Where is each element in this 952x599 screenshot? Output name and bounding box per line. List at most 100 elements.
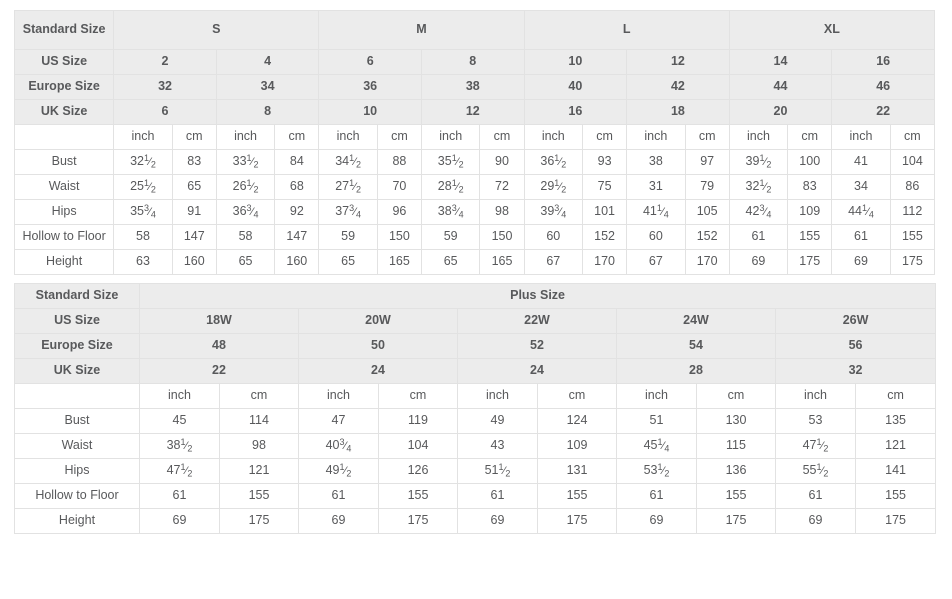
uk-size-value: 20: [728, 99, 833, 125]
unit-header-inch: inch: [113, 124, 173, 150]
measure-value-inch: 59: [420, 224, 481, 250]
measure-value-inch: 383⁄4: [420, 199, 481, 225]
measure-value-cm: 155: [889, 224, 936, 250]
measure-value-cm: 88: [376, 149, 422, 175]
measure-value-inch: 441⁄4: [831, 199, 891, 225]
uk-size-value: 32: [774, 358, 937, 384]
measure-value-inch: 47: [298, 408, 379, 434]
measure-value-inch: 60: [523, 224, 584, 250]
measure-row-label: Waist: [13, 174, 115, 200]
unit-header-inch: inch: [523, 124, 584, 150]
measure-value-cm: 105: [684, 199, 730, 225]
unit-header-cm: cm: [274, 124, 320, 150]
measure-value-inch: 391⁄2: [728, 149, 789, 175]
measure-value-cm: 165: [376, 249, 422, 275]
unit-header-cm: cm: [219, 383, 299, 409]
measure-value-inch: 69: [457, 508, 538, 534]
measure-value-cm: 160: [171, 249, 217, 275]
us-size-value: 4: [215, 49, 320, 75]
measure-value-cm: 98: [219, 433, 299, 459]
measure-value-inch: 69: [775, 508, 856, 534]
standard-us-size-row: US Size 2 4 6 8 10 12 14 16: [13, 49, 935, 75]
measure-value-cm: 175: [854, 508, 937, 534]
measure-value-inch: 61: [616, 483, 697, 509]
measure-value-inch: 321⁄2: [728, 174, 789, 200]
unit-header-cm: cm: [889, 124, 936, 150]
measure-value-inch: 49: [457, 408, 538, 434]
measure-value-inch: 69: [728, 249, 789, 275]
measure-value-inch: 423⁄4: [728, 199, 789, 225]
europe-size-value: 36: [318, 74, 422, 100]
plus-europe-size-row: Europe Size 48 50 52 54 56: [14, 333, 937, 359]
measure-value-cm: 115: [696, 433, 776, 459]
unit-header-inch: inch: [775, 383, 856, 409]
measure-value-cm: 147: [274, 224, 320, 250]
measure-value-cm: 131: [537, 458, 617, 484]
europe-size-value: 40: [523, 74, 628, 100]
measure-value-inch: 69: [616, 508, 697, 534]
measure-value-inch: 471⁄2: [775, 433, 856, 459]
measure-value-cm: 126: [378, 458, 458, 484]
standard-europe-size-row: Europe Size 32 34 36 38 40 42 44 46: [13, 74, 935, 100]
unit-header-cm: cm: [684, 124, 730, 150]
uk-size-value: 8: [215, 99, 320, 125]
uk-size-value: 24: [457, 358, 617, 384]
unit-header-cm: cm: [854, 383, 937, 409]
measure-value-cm: 119: [378, 408, 458, 434]
uk-size-value: 16: [523, 99, 628, 125]
measure-value-inch: 451⁄4: [616, 433, 697, 459]
measure-value-inch: 41: [831, 149, 891, 175]
us-size-value: 14: [728, 49, 833, 75]
us-size-value: 22W: [457, 308, 617, 334]
measure-value-cm: 100: [787, 149, 833, 175]
measure-value-inch: 43: [457, 433, 538, 459]
measure-value-cm: 68: [274, 174, 320, 200]
measure-value-cm: 141: [854, 458, 937, 484]
measure-value-cm: 84: [274, 149, 320, 175]
europe-size-value: 34: [215, 74, 320, 100]
size-chart-page: Standard Size S M L XL US Size 2 4 6 8 1…: [0, 0, 952, 599]
table-row: Hips 353⁄4 91 363⁄4 92 373⁄4 96 383⁄4 98 393⁄4 101…: [13, 199, 936, 225]
europe-size-value: 44: [728, 74, 833, 100]
measure-value-cm: 83: [787, 174, 833, 200]
measure-value-cm: 170: [582, 249, 628, 275]
unit-header-inch: inch: [318, 124, 378, 150]
plus-us-size-row: US Size 18W 20W 22W 24W 26W: [14, 308, 937, 334]
unit-row-spacer: [14, 383, 140, 409]
measure-value-cm: 109: [787, 199, 833, 225]
plus-corner-label: Standard Size: [14, 283, 140, 309]
us-size-value: 26W: [774, 308, 937, 334]
measure-value-inch: 38: [626, 149, 686, 175]
measure-value-cm: 97: [684, 149, 730, 175]
measure-value-cm: 91: [171, 199, 217, 225]
measure-value-inch: 331⁄2: [215, 149, 276, 175]
measure-value-cm: 92: [274, 199, 320, 225]
measure-value-cm: 135: [854, 408, 937, 434]
uk-size-value: 18: [626, 99, 730, 125]
measure-value-inch: 261⁄2: [215, 174, 276, 200]
europe-size-value: 52: [457, 333, 617, 359]
measure-value-inch: 58: [215, 224, 276, 250]
unit-header-cm: cm: [378, 383, 458, 409]
uk-size-value: 28: [616, 358, 776, 384]
plus-size-section-title: Plus Size: [138, 283, 937, 309]
row-label-europe-size: Europe Size: [13, 74, 115, 100]
unit-header-cm: cm: [787, 124, 833, 150]
measure-value-inch: 31: [626, 174, 686, 200]
row-label-uk-size: UK Size: [14, 358, 140, 384]
uk-size-value: 6: [113, 99, 217, 125]
table-row: Hips 471⁄2 121 491⁄2 126 511⁄2 131 531⁄2 136 551⁄…: [14, 458, 937, 484]
measure-value-cm: 155: [219, 483, 299, 509]
measure-value-inch: 361⁄2: [523, 149, 584, 175]
measure-row-label: Hips: [14, 458, 140, 484]
measure-value-cm: 155: [854, 483, 937, 509]
unit-header-inch: inch: [616, 383, 697, 409]
measure-value-inch: 551⁄2: [775, 458, 856, 484]
measure-value-cm: 175: [889, 249, 936, 275]
measure-value-inch: 271⁄2: [318, 174, 378, 200]
measure-value-inch: 511⁄2: [457, 458, 538, 484]
measure-value-cm: 104: [889, 149, 936, 175]
measure-value-cm: 112: [889, 199, 936, 225]
measure-value-cm: 152: [684, 224, 730, 250]
measure-value-inch: 393⁄4: [523, 199, 584, 225]
